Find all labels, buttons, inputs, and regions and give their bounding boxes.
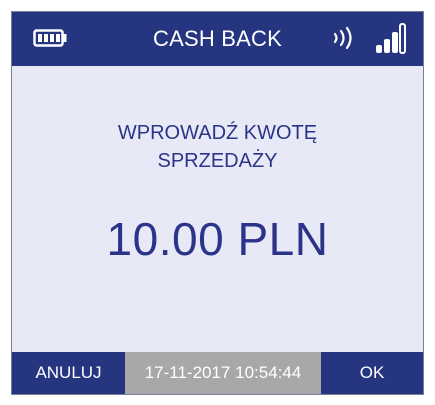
- datetime-display: 17-11-2017 10:54:44: [125, 352, 321, 394]
- screen-title: CASH BACK: [153, 26, 282, 51]
- contactless-icon: [330, 25, 358, 56]
- cancel-button[interactable]: ANULUJ: [12, 352, 125, 394]
- status-bar: CASH BACK: [12, 12, 423, 66]
- signal-strength-icon: [374, 23, 406, 60]
- prompt-line-1: WPROWADŹ KWOTĘ: [117, 122, 318, 144]
- amount-prompt: WPROWADŹ KWOTĘ SPRZEDAŻY: [12, 119, 423, 175]
- ok-button[interactable]: OK: [321, 352, 423, 394]
- main-content: WPROWADŹ KWOTĘ SPRZEDAŻY 10.00 PLN: [12, 66, 423, 354]
- amount-display: 10.00 PLN: [106, 213, 329, 265]
- terminal-screen: CASH BACK WPROWADŹ KWOTĘ SPRZEDAŻY 10.00…: [11, 11, 424, 395]
- prompt-line-2: SPRZEDAŻY: [157, 150, 278, 172]
- footer-bar: ANULUJ 17-11-2017 10:54:44 OK: [12, 352, 423, 394]
